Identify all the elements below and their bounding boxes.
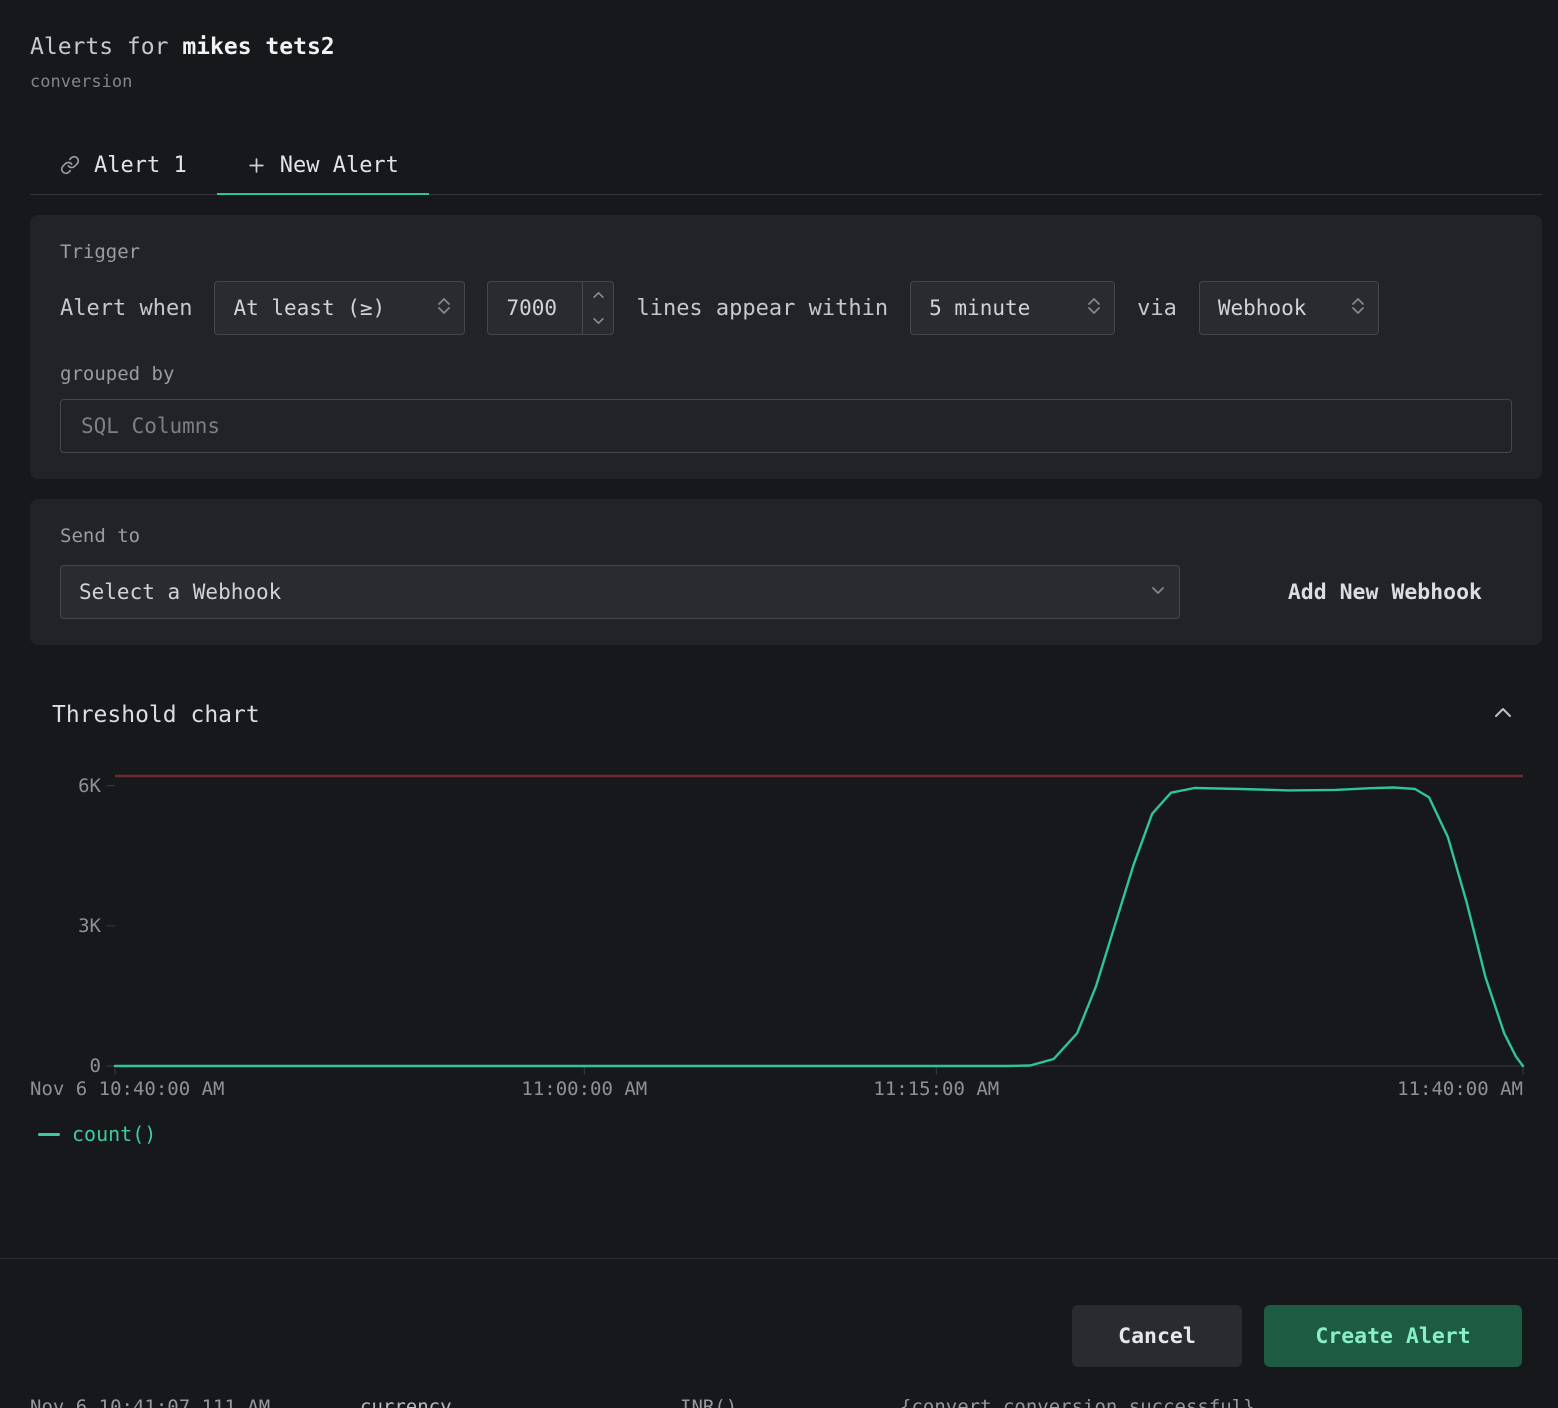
threshold-chart-section: Threshold chart 03K6K Nov 6 10:40:00 AM1… (30, 699, 1523, 1146)
channel-value: Webhook (1218, 296, 1307, 320)
add-new-webhook-button[interactable]: Add New Webhook (1282, 579, 1488, 606)
log-timestamp: Nov 6 10:41:07.111 AM (30, 1396, 270, 1408)
tab-new-alert[interactable]: New Alert (217, 136, 429, 194)
x-axis-label: 11:00:00 AM (521, 1078, 647, 1100)
cancel-button[interactable]: Cancel (1072, 1305, 1242, 1367)
legend-label: count() (72, 1122, 156, 1146)
background-log-row: Nov 6 10:41:07.111 AM currency INR() {co… (0, 1395, 1558, 1408)
log-service: currency (360, 1396, 452, 1408)
chevron-up-icon (1491, 701, 1515, 728)
tab-label: New Alert (280, 153, 399, 178)
log-field: INR() (680, 1396, 737, 1408)
send-to-panel: Send to Select a Webhook Add New Webhook (30, 499, 1542, 645)
time-window-value: 5 minute (929, 296, 1030, 320)
webhook-select[interactable]: Select a Webhook (60, 565, 1180, 619)
chevron-down-icon (1149, 580, 1167, 604)
send-to-label: Send to (60, 525, 1512, 547)
chart-x-axis: Nov 6 10:40:00 AM 11:00:00 AM 11:15:00 AM 1… (30, 1070, 1523, 1104)
legend-line-swatch (38, 1133, 60, 1136)
chevron-updown-icon (436, 295, 452, 322)
trigger-section-label: Trigger (60, 241, 1512, 263)
webhook-select-value: Select a Webhook (79, 580, 281, 604)
x-axis-label: Nov 6 10:40:00 AM (30, 1078, 224, 1100)
stepper-down-icon[interactable] (583, 308, 613, 334)
via-label: via (1137, 296, 1177, 321)
source-name: mikes tets2 (182, 34, 334, 60)
collapse-chart-button[interactable] (1489, 699, 1517, 730)
y-axis-label: 3K (78, 915, 101, 937)
trigger-panel: Trigger Alert when At least (≥) 7000 lin… (30, 215, 1542, 479)
channel-select[interactable]: Webhook (1199, 281, 1379, 335)
plus-icon (247, 156, 266, 175)
condition-value: At least (≥) (233, 296, 385, 320)
page-title: Alerts for mikes tets2 (30, 34, 1528, 60)
tab-alert-1[interactable]: Alert 1 (30, 136, 217, 194)
number-stepper (582, 282, 613, 334)
page-subtitle: conversion (30, 72, 1528, 92)
threshold-chart: 03K6K (30, 774, 1523, 1066)
modal-header: Alerts for mikes tets2 conversion (0, 0, 1558, 92)
stepper-up-icon[interactable] (583, 282, 613, 308)
log-message: {convert conversion successful} (900, 1396, 1255, 1408)
threshold-value[interactable]: 7000 (488, 282, 582, 334)
x-axis-label: 11:40:00 AM (1397, 1078, 1523, 1100)
threshold-chart-title: Threshold chart (52, 702, 260, 728)
grouped-by-label: grouped by (60, 363, 1512, 385)
alert-when-label: Alert when (60, 296, 192, 321)
threshold-input[interactable]: 7000 (487, 281, 614, 335)
chart-legend: count() (38, 1122, 1523, 1146)
time-window-select[interactable]: 5 minute (910, 281, 1115, 335)
sql-columns-input[interactable] (60, 399, 1512, 453)
chart-y-axis: 03K6K (30, 774, 115, 1066)
chevron-updown-icon (1350, 295, 1366, 322)
condition-select[interactable]: At least (≥) (214, 281, 465, 335)
y-axis-label: 6K (78, 775, 101, 797)
alert-tabs: Alert 1 New Alert (30, 136, 1542, 195)
tab-label: Alert 1 (94, 153, 187, 178)
chevron-updown-icon (1086, 295, 1102, 322)
create-alert-button[interactable]: Create Alert (1264, 1305, 1522, 1367)
lines-appear-label: lines appear within (636, 296, 888, 321)
x-axis-label: 11:15:00 AM (873, 1078, 999, 1100)
link-icon (60, 155, 80, 175)
chart-plot (115, 774, 1523, 1066)
modal-footer: Cancel Create Alert (0, 1258, 1558, 1408)
